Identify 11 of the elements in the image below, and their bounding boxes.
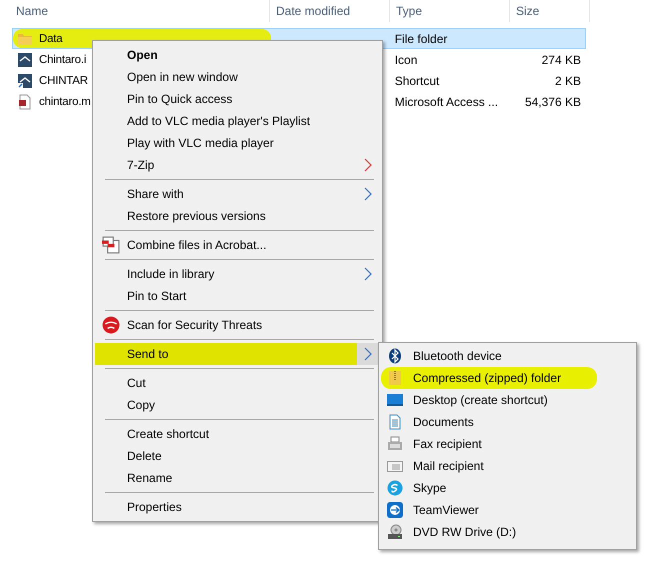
file-name: chintaro.m xyxy=(39,96,91,108)
table-cell: Icon xyxy=(394,52,418,66)
table-cell: 274 KB xyxy=(542,52,581,66)
table-cell: 2 KB xyxy=(554,74,581,88)
table-cell: File folder xyxy=(394,32,448,46)
table-cell: Microsoft Access ... xyxy=(394,94,498,108)
table-cell: Shortcut xyxy=(394,74,440,88)
file-name: CHINTAR xyxy=(39,74,88,86)
file-name: Chintaro.i xyxy=(39,54,86,66)
table-cell: 54,376 KB xyxy=(524,94,581,108)
file-name: Data xyxy=(39,32,62,44)
